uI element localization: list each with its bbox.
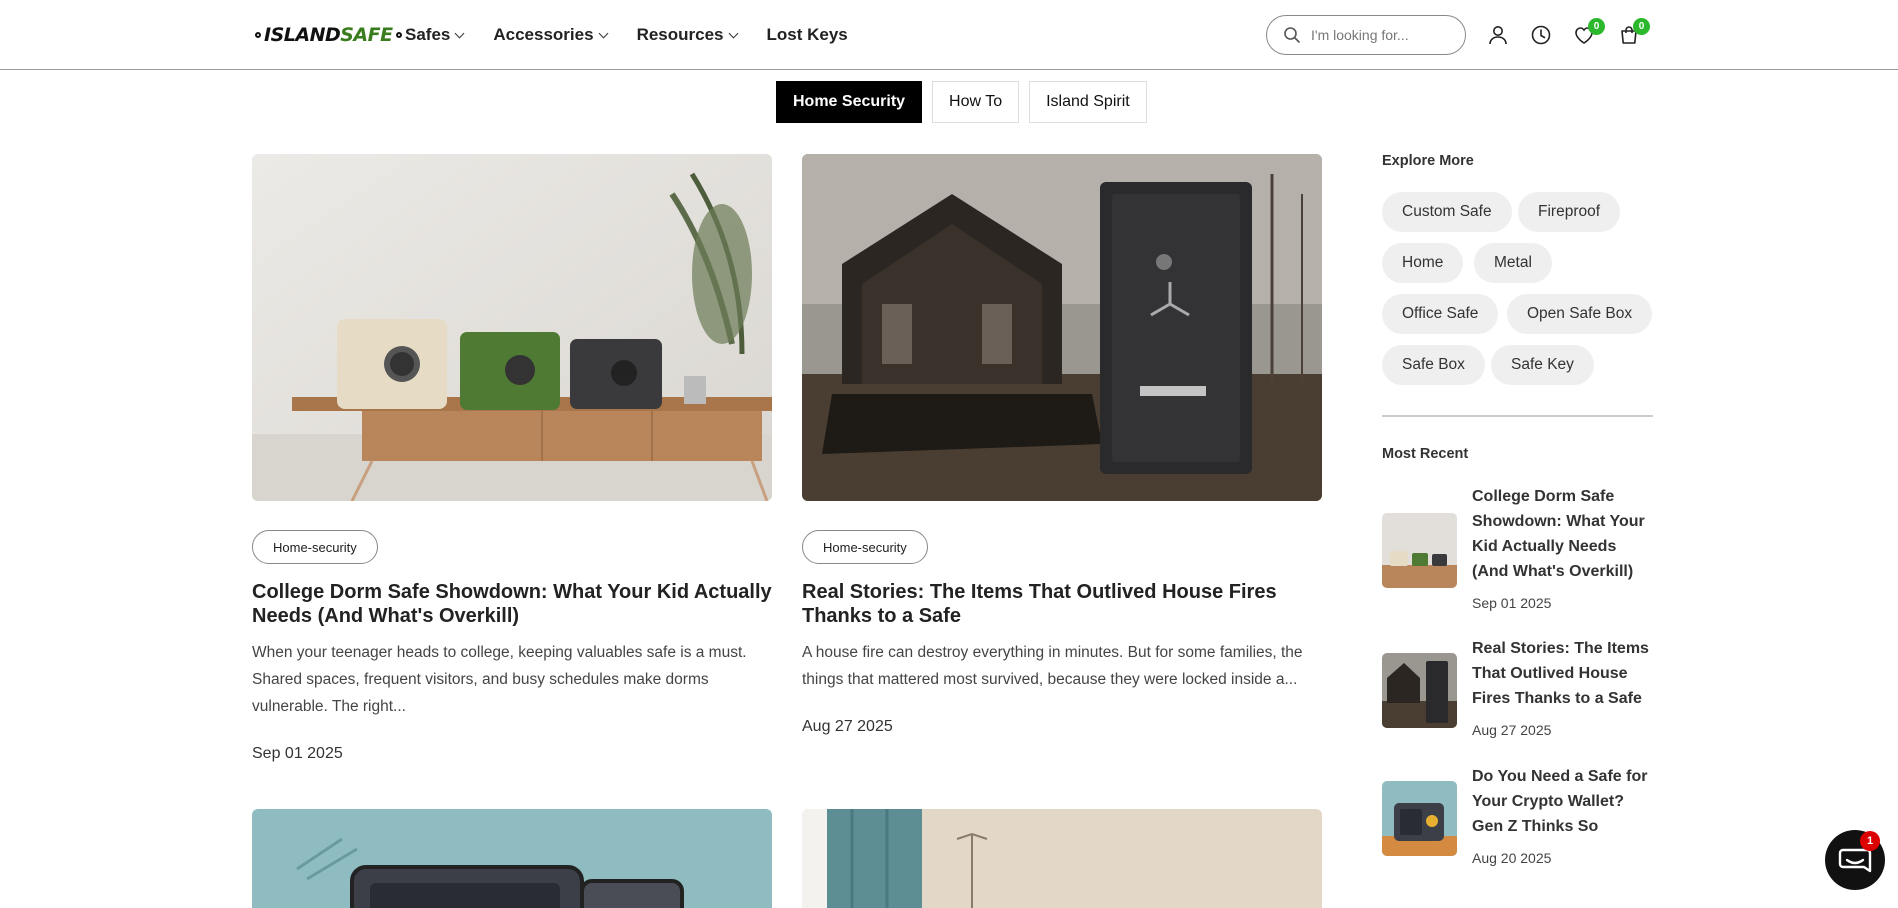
post-excerpt: A house fire can destroy everything in m… bbox=[802, 644, 1303, 688]
most-recent-heading: Most Recent bbox=[1382, 446, 1469, 462]
logo-dot-right bbox=[395, 32, 402, 38]
recent-post-title[interactable]: Real Stories: The Items That Outlived Ho… bbox=[1472, 636, 1657, 711]
sidebar-divider bbox=[1382, 415, 1653, 417]
tag-chip-custom-safe[interactable]: Custom Safe bbox=[1382, 192, 1512, 232]
recent-post-date: Aug 27 2025 bbox=[1472, 722, 1552, 738]
post-image-room[interactable] bbox=[802, 809, 1322, 908]
logo-island: ISLAND bbox=[264, 24, 341, 46]
nav-safes[interactable]: Safes bbox=[405, 24, 465, 46]
search-input[interactable] bbox=[1311, 27, 1451, 43]
recent-thumb-crypto-safe[interactable] bbox=[1382, 781, 1457, 856]
tab-home-security[interactable]: Home Security bbox=[776, 81, 923, 123]
tag-chip-safe-box[interactable]: Safe Box bbox=[1382, 345, 1485, 385]
nav-accessories[interactable]: Accessories bbox=[493, 24, 609, 46]
nav-accessories-label: Accessories bbox=[493, 25, 594, 44]
wishlist-heart-icon[interactable]: 0 bbox=[1573, 18, 1605, 46]
nav-lost-keys[interactable]: Lost Keys bbox=[767, 24, 848, 46]
post-image-crypto-safe[interactable] bbox=[252, 809, 772, 908]
tag-chip-open-safe-box[interactable]: Open Safe Box bbox=[1507, 294, 1653, 334]
site-logo[interactable]: ISLAND SAFE bbox=[252, 22, 405, 48]
cart-count-badge: 0 bbox=[1633, 18, 1650, 35]
chevron-down-icon bbox=[454, 28, 465, 38]
nav-resources[interactable]: Resources bbox=[636, 24, 738, 46]
recent-post-title[interactable]: College Dorm Safe Showdown: What Your Ki… bbox=[1472, 484, 1657, 584]
history-clock-icon[interactable] bbox=[1530, 24, 1552, 46]
recent-thumb-burned-house[interactable] bbox=[1382, 653, 1457, 728]
site-header: ISLAND SAFE Safes Accessories Resources … bbox=[0, 0, 1898, 70]
chevron-down-icon bbox=[598, 28, 609, 38]
post-tag[interactable]: Home-security bbox=[252, 530, 378, 564]
recent-thumb-dorm-safes[interactable] bbox=[1382, 513, 1457, 588]
post-tag[interactable]: Home-security bbox=[802, 530, 928, 564]
post-excerpt: When your teenager heads to college, kee… bbox=[252, 644, 747, 715]
recent-post-date: Sep 01 2025 bbox=[1472, 595, 1552, 611]
post-title[interactable]: Real Stories: The Items That Outlived Ho… bbox=[802, 580, 1322, 628]
chevron-down-icon bbox=[728, 28, 738, 38]
category-tabs: Home Security How To Island Spirit bbox=[776, 81, 1147, 123]
post-card[interactable] bbox=[802, 809, 1322, 908]
nav-resources-label: Resources bbox=[636, 25, 724, 44]
wishlist-count-badge: 0 bbox=[1588, 18, 1605, 35]
explore-more-heading: Explore More bbox=[1382, 153, 1474, 169]
tag-chip-fireproof[interactable]: Fireproof bbox=[1518, 192, 1621, 232]
account-icon[interactable] bbox=[1487, 24, 1509, 46]
cart-bag-icon[interactable]: 0 bbox=[1618, 18, 1650, 46]
tag-chip-metal[interactable]: Metal bbox=[1474, 243, 1552, 283]
post-date: Aug 27 2025 bbox=[802, 718, 893, 735]
post-image-burned-house-safe[interactable] bbox=[802, 154, 1322, 501]
nav-safes-label: Safes bbox=[405, 25, 451, 44]
post-card[interactable]: Home-security Real Stories: The Items Th… bbox=[802, 154, 1322, 735]
search-box[interactable] bbox=[1266, 15, 1466, 55]
tab-island-spirit[interactable]: Island Spirit bbox=[1029, 81, 1147, 123]
logo-safe: SAFE bbox=[340, 24, 393, 46]
logo-dot-left bbox=[255, 32, 261, 38]
recent-post-date: Aug 20 2025 bbox=[1472, 850, 1552, 866]
post-card[interactable] bbox=[252, 809, 772, 908]
post-title[interactable]: College Dorm Safe Showdown: What Your Ki… bbox=[252, 580, 772, 628]
nav-lost-keys-label: Lost Keys bbox=[766, 25, 848, 44]
post-date: Sep 01 2025 bbox=[252, 745, 343, 762]
search-icon bbox=[1284, 27, 1300, 43]
tag-chip-safe-key[interactable]: Safe Key bbox=[1491, 345, 1594, 385]
post-image-dorm-safes[interactable] bbox=[252, 154, 772, 501]
post-card[interactable]: Home-security College Dorm Safe Showdown… bbox=[252, 154, 772, 762]
chat-unread-badge: 1 bbox=[1860, 831, 1880, 851]
tag-chip-home[interactable]: Home bbox=[1382, 243, 1464, 283]
tag-chip-office-safe[interactable]: Office Safe bbox=[1382, 294, 1499, 334]
tab-how-to[interactable]: How To bbox=[932, 81, 1020, 123]
recent-post-title[interactable]: Do You Need a Safe for Your Crypto Walle… bbox=[1472, 764, 1657, 839]
main-nav: Safes Accessories Resources Lost Keys bbox=[405, 24, 878, 46]
